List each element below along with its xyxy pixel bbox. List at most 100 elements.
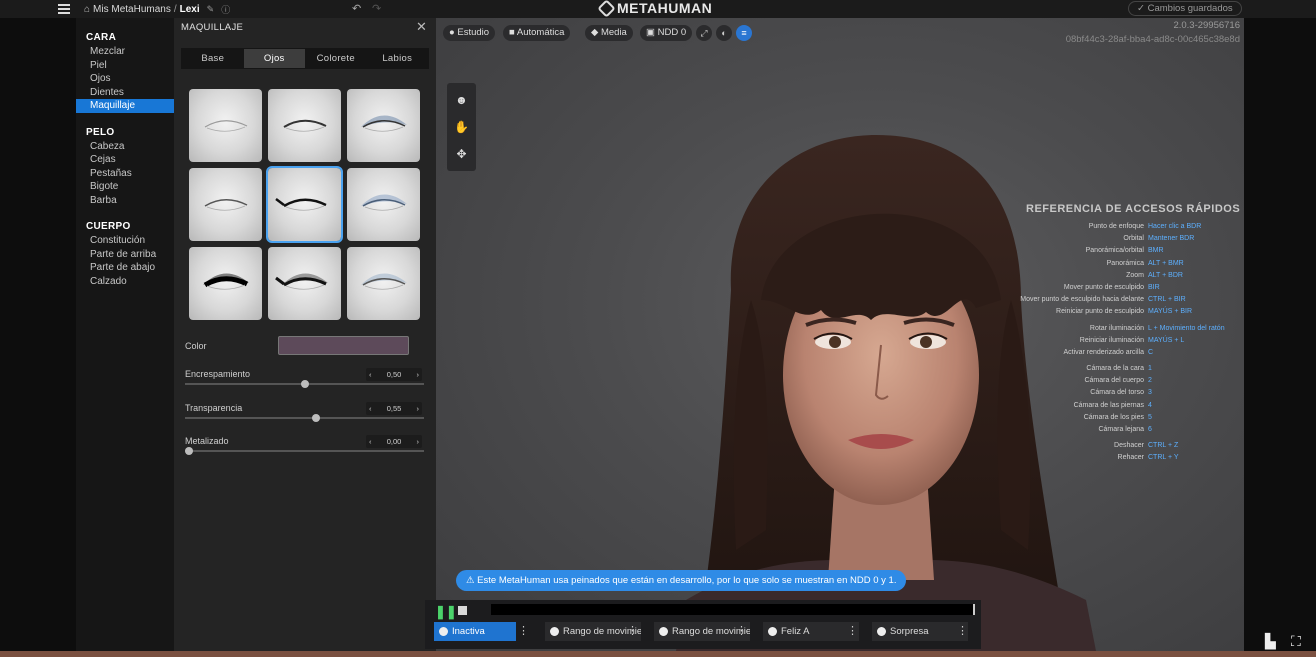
auto-button[interactable]: ■ Automática: [503, 25, 571, 41]
slider-track-metalizado[interactable]: [185, 450, 424, 452]
sidebar-item-cejas[interactable]: Cejas: [76, 153, 174, 167]
home-icon[interactable]: ⌂: [84, 4, 90, 15]
sidebar-item-cabeza[interactable]: Cabeza: [76, 140, 174, 154]
anim-inactiva[interactable]: Inactiva: [434, 622, 516, 641]
increase-icon[interactable]: ›: [416, 370, 419, 379]
shortcut-action: Cámara lejana: [1098, 426, 1144, 433]
shortcuts-title: REFERENCIA DE ACCESOS RÁPIDOS: [1026, 203, 1241, 215]
breadcrumb-current: Lexi: [179, 4, 200, 15]
slider-handle-encrespamiento[interactable]: [300, 380, 309, 388]
shortcut-row: Deshacer CTRL + Z: [998, 440, 1244, 452]
sphere-icon[interactable]: ◐: [716, 25, 732, 41]
shortcut-action: Deshacer: [1114, 442, 1144, 450]
shortcut-keys: 6: [1148, 426, 1152, 433]
info-icon[interactable]: ⓘ: [221, 3, 230, 16]
shortcut-action: Rotar iluminación: [1089, 324, 1144, 332]
decrease-icon[interactable]: ‹: [369, 404, 372, 413]
tab-labios[interactable]: Labios: [367, 49, 429, 68]
shortcut-row: Orbital Mantener BDR: [998, 233, 1244, 245]
decrease-icon[interactable]: ‹: [369, 437, 372, 446]
timeline-scrubber[interactable]: [491, 604, 975, 615]
shortcut-action: Panorámica: [1106, 259, 1144, 267]
wireframe-icon[interactable]: ⤢: [696, 25, 712, 41]
anim-sorpresa[interactable]: Sorpresa: [872, 622, 968, 641]
section-title-pelo: PELO: [86, 126, 115, 138]
sidebar-item-dientes[interactable]: Dientes: [76, 86, 174, 100]
tab-base[interactable]: Base: [182, 49, 244, 68]
sidebar-item-piel[interactable]: Piel: [76, 59, 174, 73]
tab-ojos[interactable]: Ojos: [243, 49, 305, 68]
increase-icon[interactable]: ›: [416, 404, 419, 413]
closed-eye-icon: [203, 273, 249, 290]
decrease-icon[interactable]: ‹: [369, 370, 372, 379]
sidebar-item-barba[interactable]: Barba: [76, 194, 174, 208]
head-icon[interactable]: ☻: [447, 93, 476, 107]
redo-icon[interactable]: ↷: [372, 2, 381, 15]
eye-preset-3[interactable]: [347, 89, 420, 162]
sidebar-item-maquillaje[interactable]: Maquillaje: [76, 99, 174, 113]
more-options-icon[interactable]: ⋮: [957, 622, 968, 641]
stripes-icon[interactable]: ≡: [736, 25, 752, 41]
eye-preset-2[interactable]: [268, 89, 341, 162]
eye-preset-6[interactable]: [347, 168, 420, 241]
shortcut-keys: BMR: [1148, 247, 1164, 255]
saved-status-text: Cambios guardados: [1147, 3, 1233, 14]
shortcut-keys: L + Movimiento del ratón: [1148, 324, 1225, 332]
eye-preset-4[interactable]: [189, 168, 262, 241]
more-options-icon[interactable]: ⋮: [736, 622, 747, 641]
lod-button[interactable]: ▣ NDD 0: [640, 25, 693, 41]
metahuman-logo: METAHUMAN: [597, 0, 713, 18]
eye-preset-5[interactable]: [266, 166, 343, 243]
shortcut-row: Punto de enfoque Hacer clic a BDR: [998, 221, 1244, 233]
edit-name-icon[interactable]: ✎: [207, 4, 215, 15]
close-icon[interactable]: ✕: [416, 19, 427, 35]
top-bar: ⌂ Mis MetaHumans / Lexi ✎ ⓘ ↶ ↷ METAHUMA…: [0, 0, 1316, 18]
sidebar-item-parte-arriba[interactable]: Parte de arriba: [76, 248, 174, 262]
shortcut-action: Rehacer: [1117, 454, 1144, 462]
sidebar-item-parte-abajo[interactable]: Parte de abajo: [76, 261, 174, 275]
more-options-icon[interactable]: ⋮: [847, 622, 858, 641]
undo-icon[interactable]: ↶: [352, 2, 361, 15]
eye-preset-9[interactable]: [347, 247, 420, 320]
hand-icon[interactable]: ✋: [447, 120, 476, 134]
more-options-icon[interactable]: ⋮: [518, 622, 529, 641]
stop-icon[interactable]: [458, 606, 467, 615]
sidebar-item-mezclar[interactable]: Mezclar: [76, 45, 174, 59]
shortcut-row: Mover punto de esculpido hacia delante CT…: [998, 294, 1244, 306]
shortcut-keys: Mantener BDR: [1148, 235, 1195, 243]
anim-feliz-a[interactable]: Feliz A: [763, 622, 859, 641]
eye-preset-8[interactable]: [268, 247, 341, 320]
increase-icon[interactable]: ›: [416, 437, 419, 446]
eye-preset-7[interactable]: [189, 247, 262, 320]
stepper-value: 0,50: [386, 370, 402, 379]
shortcut-action: Reiniciar iluminación: [1079, 336, 1144, 344]
shortcut-row: Rehacer CTRL + Y: [998, 452, 1244, 464]
studio-button[interactable]: ● Estudio: [443, 25, 496, 41]
stepper-metalizado[interactable]: ‹ 0,00 ›: [366, 435, 422, 448]
menu-icon[interactable]: [58, 2, 70, 14]
color-swatch[interactable]: [278, 336, 409, 355]
slider-handle-metalizado[interactable]: [185, 447, 193, 455]
3d-viewport[interactable]: ● Estudio ■ Automática ◆ Media ▣ NDD 0 ⤢…: [436, 18, 1244, 651]
sidebar-item-ojos[interactable]: Ojos: [76, 72, 174, 86]
stepper-transparencia[interactable]: ‹ 0,55 ›: [366, 402, 422, 415]
diamond-icon: ◆: [591, 27, 599, 38]
stepper-encrespamiento[interactable]: ‹ 0,50 ›: [366, 368, 422, 381]
makeup-panel: MAQUILLAJE ✕ Base Ojos Colorete Labios C…: [174, 18, 436, 651]
slider-handle-transparencia[interactable]: [312, 414, 321, 422]
sidebar-item-calzado[interactable]: Calzado: [76, 275, 174, 289]
eye-preset-1[interactable]: [189, 89, 262, 162]
more-options-icon[interactable]: ⋮: [627, 622, 638, 641]
pause-icon[interactable]: ❚❚: [435, 604, 457, 620]
fullscreen-icon[interactable]: ⛶: [1291, 633, 1301, 650]
tab-colorete[interactable]: Colorete: [305, 49, 367, 68]
move-icon[interactable]: ✥: [447, 147, 476, 161]
logo-text: METAHUMAN: [617, 0, 713, 16]
sidebar-item-constitucion[interactable]: Constitución: [76, 234, 174, 248]
breadcrumb-home[interactable]: Mis MetaHumans: [93, 4, 171, 15]
media-button[interactable]: ◆ Media: [585, 25, 633, 41]
stats-icon[interactable]: ▙: [1265, 633, 1276, 650]
sidebar-item-pestanas[interactable]: Pestañas: [76, 167, 174, 181]
sidebar-item-bigote[interactable]: Bigote: [76, 180, 174, 194]
slider-track-transparencia[interactable]: [185, 417, 424, 419]
